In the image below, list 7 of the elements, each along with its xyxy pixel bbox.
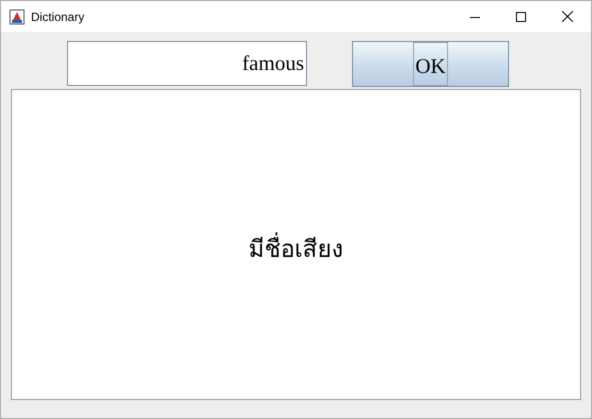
- translation-text: มีชื่อเสียง: [248, 230, 344, 266]
- maximize-icon[interactable]: [516, 12, 526, 22]
- app-icon: [9, 8, 25, 24]
- word-field[interactable]: famous: [67, 41, 307, 86]
- close-icon[interactable]: [562, 11, 573, 22]
- ok-button[interactable]: OK: [352, 41, 509, 87]
- window-title: Dictionary: [31, 8, 84, 26]
